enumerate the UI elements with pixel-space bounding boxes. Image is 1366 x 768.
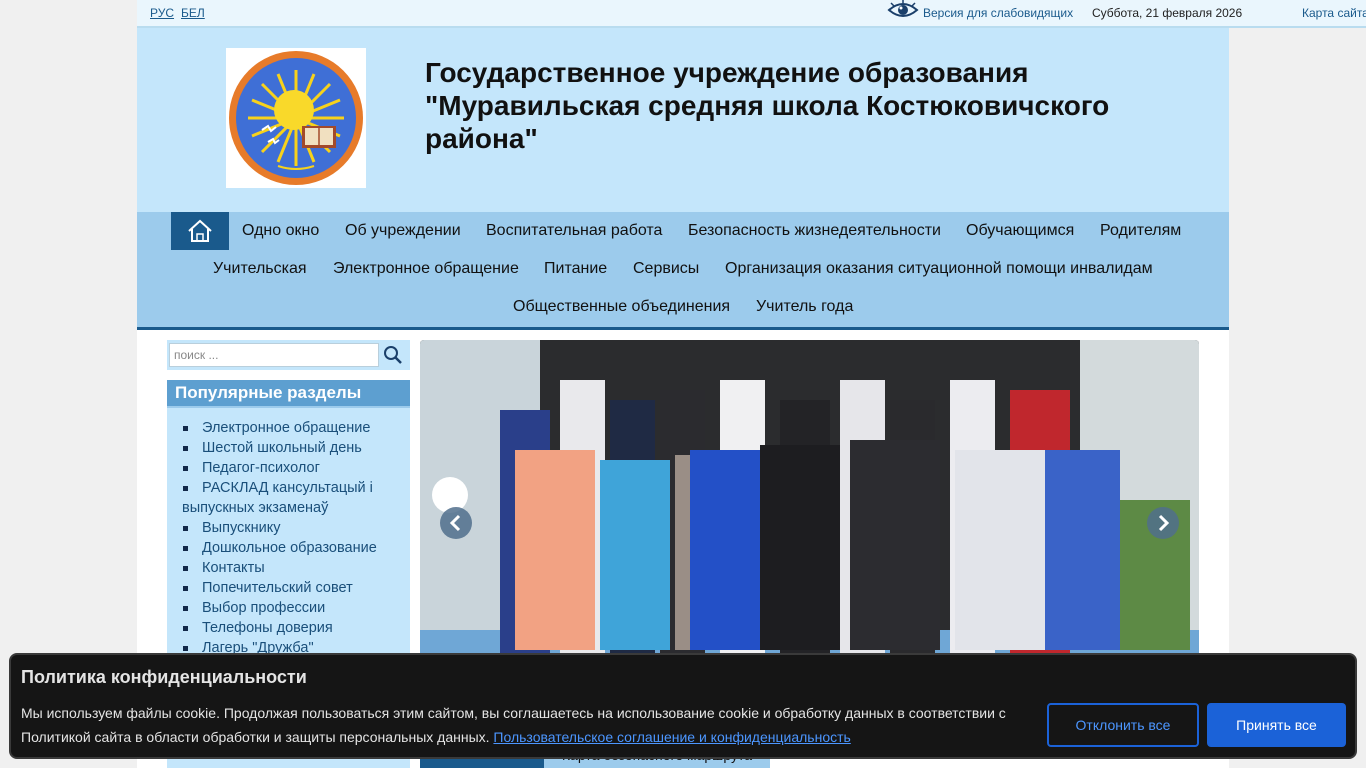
popular-item[interactable]: Дошкольное образование [182,538,410,558]
top-bar: РУС БЕЛ Версия для слабовидящих Суббота,… [137,0,1366,28]
chevron-right-icon [1158,514,1170,532]
popular-sections-title: Популярные разделы [167,380,410,408]
popular-item[interactable]: Контакты [182,558,410,578]
popular-item[interactable]: Шестой школьный день [182,438,410,458]
eye-icon[interactable] [887,0,919,20]
sitemap-link[interactable]: Карта сайта [1302,6,1366,20]
site-title: Государственное учреждение образования "… [425,57,1110,154]
accept-all-button[interactable]: Принять все [1207,703,1346,747]
cookie-banner: Политика конфиденциальности Мы используе… [9,653,1357,759]
school-logo[interactable] [226,48,366,188]
nav-public-associations[interactable]: Общественные объединения [513,288,730,326]
popular-item[interactable]: Электронное обращение [182,418,410,438]
main-nav: Одно окно Об учреждении Воспитательная р… [137,212,1229,330]
home-icon [188,219,212,242]
popular-item[interactable]: Выбор профессии [182,598,410,618]
nav-teacher-of-year[interactable]: Учитель года [756,288,853,326]
search-input[interactable] [169,343,379,367]
current-date: Суббота, 21 февраля 2026 [1092,6,1243,20]
search-box [167,340,410,370]
popular-item[interactable]: Попечительский совет [182,578,410,598]
slider-prev-button[interactable] [440,507,472,539]
nav-about[interactable]: Об учреждении [345,212,461,250]
popular-item[interactable]: Телефоны доверия [182,618,410,638]
school-logo-emblem-icon [229,51,363,185]
lang-ru-link[interactable]: РУС [150,6,174,20]
blind-version-link[interactable]: Версия для слабовидящих [923,6,1073,20]
cookie-title: Политика конфиденциальности [21,667,307,687]
search-icon[interactable] [381,344,405,366]
cookie-text: Мы используем файлы cookie. Продолжая по… [21,701,1021,749]
photo-slider[interactable] [420,340,1199,670]
home-button[interactable] [171,212,229,250]
nav-e-appeal[interactable]: Электронное обращение [333,250,519,288]
nav-education-work[interactable]: Воспитательная работа [486,212,662,250]
site-header: Государственное учреждение образования "… [137,28,1229,212]
nav-teachers[interactable]: Учительская [213,250,307,288]
nav-one-window[interactable]: Одно окно [242,212,319,250]
nav-services[interactable]: Сервисы [633,250,699,288]
nav-food[interactable]: Питание [544,250,607,288]
privacy-agreement-link[interactable]: Пользовательское соглашение и конфиденци… [493,729,850,745]
slider-next-button[interactable] [1147,507,1179,539]
nav-students[interactable]: Обучающимся [966,212,1074,250]
chevron-left-icon [449,514,461,532]
group-photo [420,340,1199,670]
popular-item[interactable]: Педагог-психолог [182,458,410,478]
popular-item[interactable]: Выпускнику [182,518,410,538]
nav-safety[interactable]: Безопасность жизнедеятельности [688,212,941,250]
decline-all-button[interactable]: Отклонить все [1047,703,1199,747]
nav-parents[interactable]: Родителям [1100,212,1181,250]
nav-disabled-help[interactable]: Организация оказания ситуационной помощи… [725,250,1153,288]
popular-item[interactable]: РАСКЛАД кансультацый і выпускных экзамен… [182,478,410,518]
lang-be-link[interactable]: БЕЛ [181,6,205,20]
